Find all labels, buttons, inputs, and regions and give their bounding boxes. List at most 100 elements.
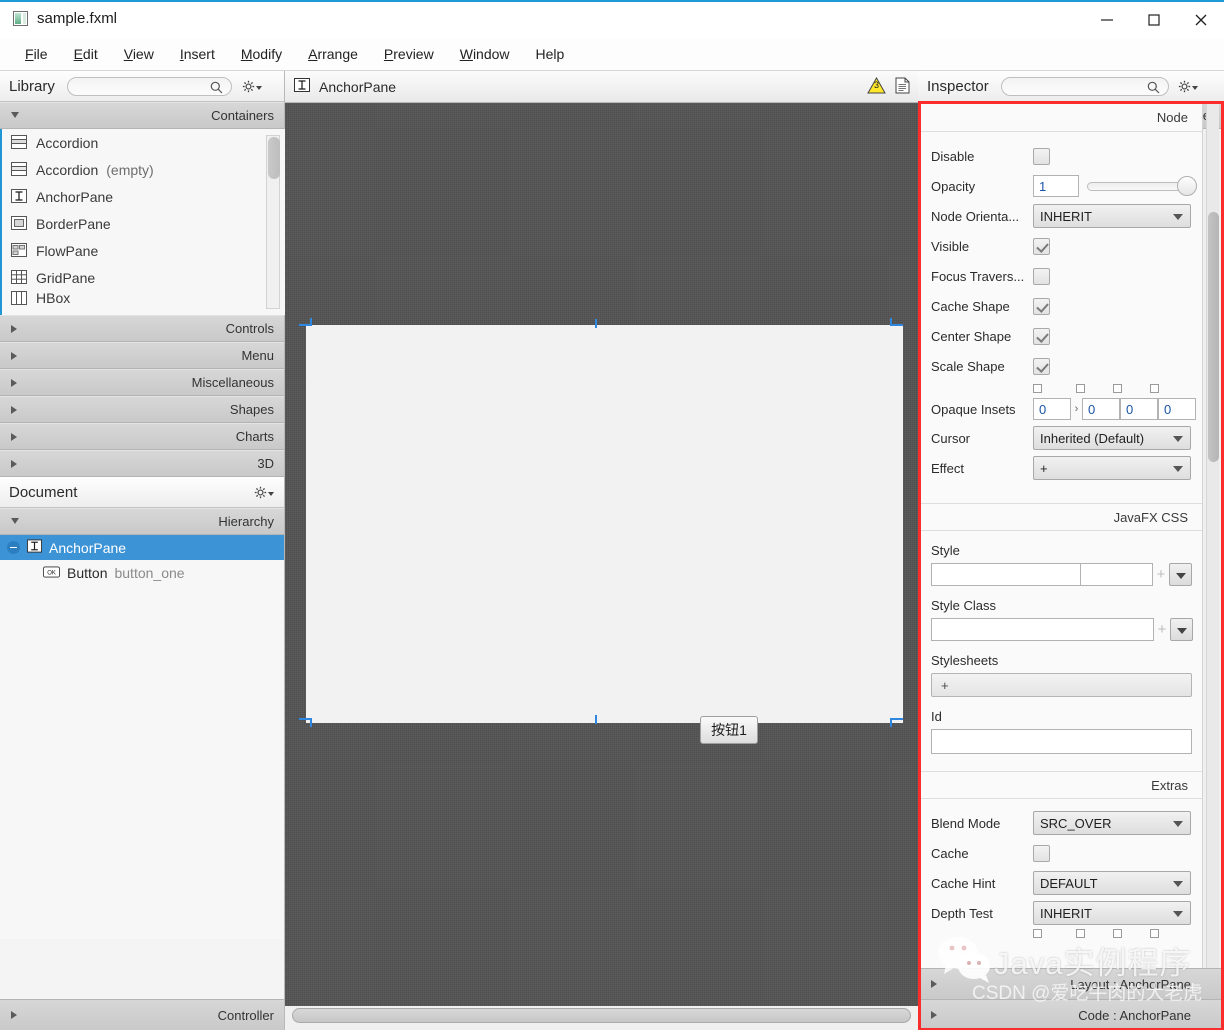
cache-hint-combo[interactable]: DEFAULT bbox=[1033, 871, 1191, 895]
library-item-hbox[interactable]: HBox bbox=[2, 291, 285, 305]
opaque-inset-left-checkbox[interactable] bbox=[1150, 384, 1159, 393]
canvas-horizontal-scrollbar[interactable] bbox=[292, 1008, 911, 1023]
style-class-dropdown-button[interactable] bbox=[1170, 618, 1193, 641]
library-section-controls[interactable]: Controls bbox=[0, 315, 284, 342]
node-orientation-combo[interactable]: INHERIT bbox=[1033, 204, 1191, 228]
library-gear-button[interactable] bbox=[242, 80, 262, 93]
library-section-miscellaneous[interactable]: Miscellaneous bbox=[0, 369, 284, 396]
blend-mode-combo[interactable]: SRC_OVER bbox=[1033, 811, 1191, 835]
library-item-anchorpane[interactable]: AnchorPane bbox=[2, 183, 285, 210]
extras-checkbox-3[interactable] bbox=[1113, 929, 1122, 938]
accordion-layout[interactable]: Layout : AnchorPane bbox=[918, 968, 1224, 999]
design-canvas[interactable]: 按钮1 bbox=[285, 103, 918, 1006]
extras-checkbox-4[interactable] bbox=[1150, 929, 1159, 938]
design-button[interactable]: 按钮1 bbox=[700, 716, 758, 744]
extras-checkbox-1[interactable] bbox=[1033, 929, 1042, 938]
library-section-menu[interactable]: Menu bbox=[0, 342, 284, 369]
menu-modify[interactable]: Modify bbox=[228, 42, 295, 66]
library-item-gridpane[interactable]: GridPane bbox=[2, 264, 285, 291]
menu-file[interactable]: File bbox=[12, 42, 61, 66]
menu-arrange[interactable]: Arrange bbox=[295, 42, 371, 66]
style-class-add-button[interactable]: + bbox=[1154, 621, 1170, 638]
menu-window[interactable]: Window bbox=[447, 42, 523, 66]
opaque-inset-bottom-checkbox[interactable] bbox=[1113, 384, 1122, 393]
style-value-input[interactable] bbox=[1081, 563, 1153, 586]
selection-handle-top[interactable] bbox=[595, 319, 597, 328]
document-icon[interactable] bbox=[895, 77, 910, 97]
inspector-search-input[interactable] bbox=[1001, 77, 1169, 96]
selection-handle-br[interactable] bbox=[890, 718, 903, 731]
library-section-containers[interactable]: Containers bbox=[0, 102, 284, 129]
opacity-input[interactable]: 1 bbox=[1033, 175, 1079, 197]
prop-label: Depth Test bbox=[931, 906, 1033, 921]
focus-traversable-checkbox[interactable] bbox=[1033, 268, 1050, 285]
visible-checkbox[interactable] bbox=[1033, 238, 1050, 255]
tree-node-button[interactable]: OK Button button_one bbox=[0, 560, 285, 585]
document-gear-button[interactable] bbox=[254, 486, 274, 499]
selection-handle-bottom[interactable] bbox=[595, 715, 597, 724]
library-section-label: Miscellaneous bbox=[192, 375, 274, 390]
stylesheets-add-button[interactable]: + bbox=[931, 673, 1192, 697]
tree-node-anchorpane[interactable]: AnchorPane bbox=[0, 535, 285, 560]
style-input[interactable] bbox=[931, 563, 1081, 586]
collapse-toggle-icon[interactable] bbox=[7, 541, 20, 554]
opaque-inset-bottom-input[interactable]: 0 bbox=[1120, 398, 1158, 420]
opaque-inset-left-input[interactable]: 0 bbox=[1158, 398, 1196, 420]
id-input[interactable] bbox=[931, 729, 1192, 754]
library-item-borderpane[interactable]: BorderPane bbox=[2, 210, 285, 237]
depth-test-combo[interactable]: INHERIT bbox=[1033, 901, 1191, 925]
search-icon bbox=[210, 81, 223, 97]
chevron-down-icon bbox=[1173, 436, 1183, 442]
accordion-code[interactable]: Code : AnchorPane bbox=[918, 999, 1224, 1030]
center-shape-checkbox[interactable] bbox=[1033, 328, 1050, 345]
menu-edit[interactable]: Edit bbox=[61, 42, 111, 66]
style-add-button[interactable]: + bbox=[1153, 566, 1169, 583]
disable-checkbox[interactable] bbox=[1033, 148, 1050, 165]
close-button[interactable] bbox=[1177, 2, 1224, 38]
library-scrollbar-thumb[interactable] bbox=[268, 137, 280, 179]
selection-handle-bl[interactable] bbox=[299, 718, 312, 731]
minimize-button[interactable] bbox=[1083, 2, 1130, 38]
anchorpane-root[interactable]: 按钮1 bbox=[306, 325, 903, 723]
library-section-3d[interactable]: 3D bbox=[0, 450, 284, 477]
menu-preview[interactable]: Preview bbox=[371, 42, 447, 66]
menu-view[interactable]: View bbox=[111, 42, 167, 66]
extras-checkbox-2[interactable] bbox=[1076, 929, 1085, 938]
opaque-inset-top-input[interactable]: 0 bbox=[1033, 398, 1071, 420]
cache-checkbox[interactable] bbox=[1033, 845, 1050, 862]
style-dropdown-button[interactable] bbox=[1169, 563, 1192, 586]
opaque-inset-right-input[interactable]: 0 bbox=[1082, 398, 1120, 420]
library-item-list[interactable]: Accordion Accordion (empty) AnchorPane bbox=[0, 129, 285, 315]
accordion-label: Layout : AnchorPane bbox=[1070, 977, 1191, 992]
library-item-accordion-empty[interactable]: Accordion (empty) bbox=[2, 156, 285, 183]
library-search-input[interactable] bbox=[67, 77, 232, 96]
id-row bbox=[921, 729, 1202, 754]
scale-shape-checkbox[interactable] bbox=[1033, 358, 1050, 375]
inspector-scrollbar[interactable] bbox=[1206, 104, 1219, 1011]
cursor-combo[interactable]: Inherited (Default) bbox=[1033, 426, 1191, 450]
warning-triangle-icon[interactable]: 3 bbox=[867, 77, 886, 97]
opaque-inset-top-checkbox[interactable] bbox=[1033, 384, 1042, 393]
effect-combo[interactable]: + bbox=[1033, 456, 1191, 480]
controller-section[interactable]: Controller bbox=[0, 999, 284, 1030]
cache-shape-checkbox[interactable] bbox=[1033, 298, 1050, 315]
menu-insert[interactable]: Insert bbox=[167, 42, 228, 66]
maximize-button[interactable] bbox=[1130, 2, 1177, 38]
slider-knob[interactable] bbox=[1177, 176, 1197, 196]
inspector-scrollbar-thumb[interactable] bbox=[1208, 212, 1219, 462]
selection-handle-tl[interactable] bbox=[299, 318, 312, 331]
hierarchy-tree[interactable]: AnchorPane OK Button button_one bbox=[0, 535, 285, 939]
selection-handle-tr[interactable] bbox=[890, 318, 903, 331]
library-section-shapes[interactable]: Shapes bbox=[0, 396, 284, 423]
opacity-slider[interactable] bbox=[1087, 176, 1197, 196]
opaque-inset-right-checkbox[interactable] bbox=[1076, 384, 1085, 393]
library-section-charts[interactable]: Charts bbox=[0, 423, 284, 450]
library-item-flowpane[interactable]: FlowPane bbox=[2, 237, 285, 264]
breadcrumb[interactable]: AnchorPane bbox=[319, 79, 396, 95]
menu-help[interactable]: Help bbox=[523, 42, 578, 66]
library-scrollbar[interactable] bbox=[266, 135, 280, 309]
inspector-gear-button[interactable] bbox=[1178, 80, 1198, 93]
hierarchy-section[interactable]: Hierarchy bbox=[0, 508, 284, 535]
style-class-input[interactable] bbox=[931, 618, 1154, 641]
library-item-accordion[interactable]: Accordion bbox=[2, 129, 285, 156]
